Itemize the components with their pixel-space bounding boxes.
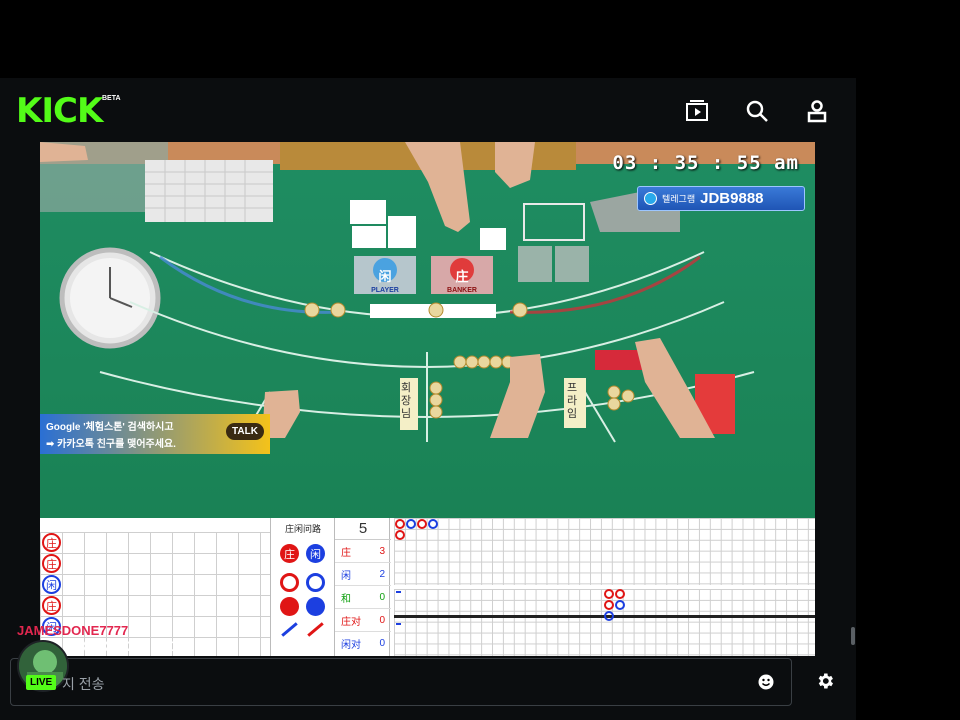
side-card-vip: 회장님 [401, 382, 412, 420]
big-eye-player [615, 600, 625, 610]
bead-banker: 庄 [42, 596, 61, 615]
baccarat-scoreboard: 庄 庄 闲 庄 闲 庄闲问路 庄 闲 5 庄 3 闲 2 和 0 庄对 0 闲对… [40, 518, 815, 656]
chat-scrollbar[interactable] [851, 627, 855, 645]
big-road-banker [395, 530, 405, 540]
bead-banker: 庄 [42, 533, 61, 552]
round-number: 5 [335, 520, 391, 540]
banker-zone-zh: 庄 [455, 269, 469, 284]
side-card-prime: 프라임 [567, 382, 578, 420]
promo-ad-banner[interactable]: Google '체험스톤' 검색하시고 ➡ 카카오톡 친구를 맺어주세요. TA… [40, 414, 270, 454]
predict-banker-small [280, 597, 299, 616]
player-zone-zh: 闲 [378, 269, 392, 284]
player-zone-en: PLAYER [371, 287, 399, 294]
stat-tie: 和 0 [335, 586, 391, 609]
stat-banker: 庄 3 [335, 540, 391, 563]
live-badge: LIVE [26, 675, 57, 690]
predict-player-big-eye [306, 573, 325, 592]
big-eye-banker [615, 589, 625, 599]
top-navigation-bar: KICK BETA [0, 78, 856, 142]
cockroach-road-mark [396, 623, 401, 625]
beta-badge: BETA [102, 95, 121, 102]
stat-value: 2 [379, 568, 385, 580]
derived-roads [394, 589, 815, 656]
user-icon[interactable] [804, 98, 830, 124]
stat-value: 3 [379, 545, 385, 557]
telegram-icon [644, 192, 657, 205]
chat-input-box[interactable] [10, 658, 792, 706]
predict-player-head: 闲 [306, 544, 325, 563]
big-road-player [428, 519, 438, 529]
app-window: KICK BETA 03: 35: 55 am 텔레그램 JDB9888 闲… [0, 78, 856, 720]
chat-input-placeholder: 지 전송 [62, 676, 105, 692]
predict-player-cockroach [307, 622, 324, 637]
stat-label: 庄 [341, 547, 351, 559]
predict-title: 庄闲问路 [284, 524, 321, 534]
stat-label: 闲对 [341, 640, 361, 651]
chat-username[interactable]: JAMESDONE7777 [17, 623, 128, 638]
predict-banker-cockroach [281, 622, 298, 637]
stream-clock: 03 : 35 : 55 am [612, 152, 799, 174]
big-eye-banker [604, 600, 614, 610]
predict-road-panel: 庄闲问路 庄 闲 [270, 518, 334, 656]
kakao-talk-badge: TALK [226, 423, 264, 440]
predict-banker-big-eye [280, 573, 299, 592]
big-road-player [406, 519, 416, 529]
big-eye-player [604, 611, 614, 621]
bead-banker: 庄 [42, 554, 61, 573]
big-road [394, 518, 815, 585]
small-road-mark [396, 591, 401, 593]
stat-value: 0 [379, 638, 385, 649]
banker-zone: 庄 BANKER [439, 266, 485, 294]
telegram-id: JDB9888 [700, 190, 764, 207]
big-road-banker [417, 519, 427, 529]
stat-label: 庄对 [341, 616, 361, 628]
emoji-icon[interactable] [758, 674, 774, 690]
stat-player: 闲 2 [335, 563, 391, 586]
video-library-icon[interactable] [684, 98, 710, 124]
telegram-label: 텔레그램 [662, 194, 696, 204]
banker-zone-en: BANKER [447, 287, 477, 294]
predict-banker-head: 庄 [280, 544, 299, 563]
player-zone: 闲 PLAYER [362, 266, 408, 294]
stat-player-pair: 闲对 0 [335, 632, 391, 655]
telegram-banner: 텔레그램 JDB9888 [637, 186, 805, 211]
chat-message: JAMESDONE7777: - [17, 623, 141, 638]
bead-player: 闲 [42, 575, 61, 594]
big-eye-banker [604, 589, 614, 599]
stats-panel: 5 庄 3 闲 2 和 0 庄对 0 闲对 0 [334, 518, 391, 656]
stat-value: 0 [379, 591, 385, 603]
stat-banker-pair: 庄对 0 [335, 609, 391, 632]
stat-label: 闲 [341, 570, 351, 582]
stat-value: 0 [379, 614, 385, 626]
stat-label: 和 [341, 593, 351, 605]
kick-logo[interactable]: KICK [16, 94, 103, 128]
big-road-banker [395, 519, 405, 529]
chat-message-text: : - [128, 623, 141, 638]
predict-player-small [306, 597, 325, 616]
search-icon[interactable] [744, 98, 770, 124]
gear-icon[interactable] [815, 671, 837, 693]
chat-message-line: XUXUXU12JJ4J [78, 638, 196, 654]
stream-video-player[interactable]: 03 : 35 : 55 am 텔레그램 JDB9888 闲 PLAYER 庄 … [40, 142, 815, 578]
